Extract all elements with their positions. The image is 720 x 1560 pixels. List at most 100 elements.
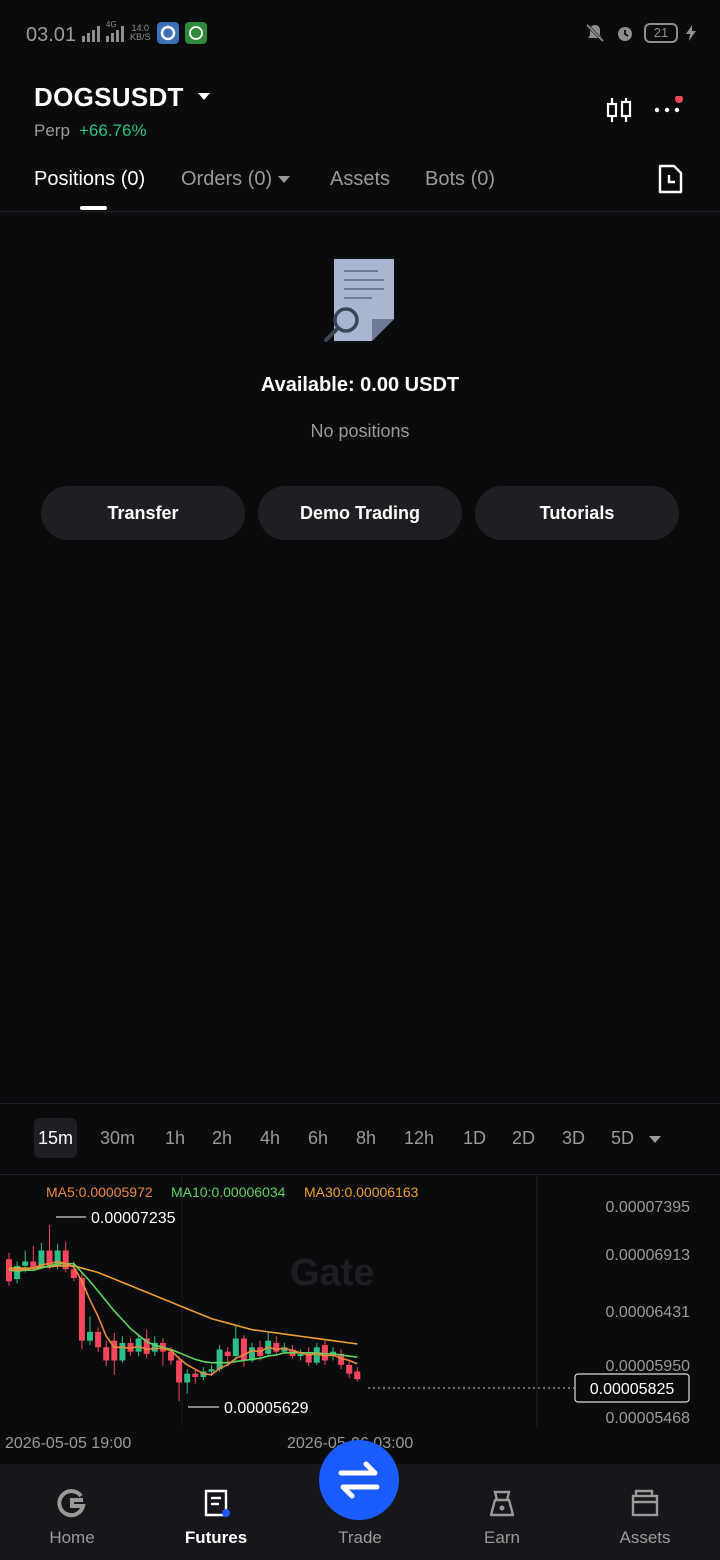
y-tick-4: 0.00005950 — [605, 1358, 690, 1375]
network-type-label: 4G — [106, 20, 117, 29]
ma5-label: MA5:0.00005972 — [46, 1184, 153, 1200]
x-tick-1: 2026-05-05 19:00 — [5, 1435, 131, 1452]
gate-app-icon — [156, 22, 179, 44]
assets-icon — [631, 1489, 659, 1517]
nav-futures[interactable]: Futures — [144, 1464, 288, 1560]
interval-selector: 15m 30m 1h 2h 4h 6h 8h 12h 1D 2D 3D 5D — [0, 1118, 720, 1162]
interval-8h[interactable]: 8h — [356, 1118, 376, 1158]
tab-orders-label: Orders (0) — [181, 168, 273, 190]
candle — [30, 1261, 37, 1267]
candle — [232, 1338, 239, 1357]
candle — [135, 1338, 142, 1352]
empty-document-icon — [324, 259, 394, 342]
chevron-down-icon[interactable] — [649, 1136, 661, 1143]
interval-1h[interactable]: 1h — [165, 1118, 185, 1158]
interval-1d[interactable]: 1D — [463, 1118, 486, 1158]
tutorials-button[interactable]: Tutorials — [475, 486, 679, 540]
ma30-label: MA30:0.00006163 — [304, 1184, 419, 1200]
candle — [321, 1345, 328, 1361]
candle — [87, 1331, 93, 1341]
candlestick-icon[interactable] — [604, 96, 634, 124]
history-icon[interactable] — [656, 164, 684, 194]
net-speed-unit: KB/S — [130, 32, 151, 42]
interval-2d[interactable]: 2D — [512, 1118, 535, 1158]
signal-icon — [82, 24, 100, 42]
status-right-icons: 21 — [584, 22, 696, 44]
whatsapp-icon — [184, 22, 207, 44]
net-speed: 14.0 KB/S — [130, 24, 151, 42]
swap-icon — [338, 1461, 380, 1499]
kline-chart[interactable]: Gate MA5:0.00005972 MA10:0.00006034 MA30… — [0, 1175, 720, 1465]
y-tick-3: 0.00006431 — [605, 1304, 690, 1321]
y-tick-2: 0.00006913 — [605, 1247, 690, 1264]
chevron-down-icon[interactable] — [198, 93, 210, 100]
home-icon — [57, 1489, 86, 1518]
status-bar: 03.01 4G 14.0 KB/S 21 — [0, 0, 720, 70]
candle — [354, 1371, 361, 1380]
high-price-label: 0.00007235 — [91, 1210, 176, 1227]
tab-assets[interactable]: Assets — [330, 168, 390, 191]
candle — [224, 1351, 231, 1357]
candle — [119, 1342, 126, 1361]
candle — [22, 1261, 29, 1266]
interval-30m[interactable]: 30m — [100, 1118, 135, 1158]
transfer-button[interactable]: Transfer — [41, 486, 245, 540]
kline-panel: 15m 30m 1h 2h 4h 6h 8h 12h 1D 2D 3D 5D G… — [0, 1103, 720, 1463]
alarm-icon — [618, 27, 632, 41]
candle — [192, 1373, 199, 1377]
tab-active-indicator — [80, 206, 107, 210]
futures-icon — [204, 1489, 230, 1517]
price-change: +66.76% — [79, 121, 147, 140]
tab-positions[interactable]: Positions (0) — [34, 168, 145, 191]
positions-tabs: Positions (0) Orders (0) Assets Bots (0) — [0, 160, 720, 212]
chevron-down-icon — [278, 176, 291, 184]
candle — [184, 1373, 191, 1383]
interval-5d[interactable]: 5D — [611, 1118, 634, 1158]
candle — [240, 1338, 247, 1361]
battery-icon: 21 — [644, 23, 678, 43]
nav-home[interactable]: Home — [0, 1464, 144, 1560]
notifications-off-icon — [585, 23, 605, 43]
y-tick-1: 0.00007395 — [605, 1199, 690, 1216]
tab-bots[interactable]: Bots (0) — [425, 168, 495, 191]
nav-home-label: Home — [49, 1528, 95, 1547]
candle — [297, 1353, 304, 1357]
available-balance: Available: 0.00 USDT — [260, 374, 460, 396]
candle — [216, 1349, 223, 1370]
demo-trading-button[interactable]: Demo Trading — [258, 486, 462, 540]
signal-4g-group: 4G — [106, 20, 124, 42]
candle — [346, 1364, 353, 1374]
nav-assets-label: Assets — [619, 1528, 671, 1547]
interval-2h[interactable]: 2h — [212, 1118, 232, 1158]
nav-assets[interactable]: Assets — [573, 1464, 717, 1560]
gate-watermark: Gate — [290, 1252, 374, 1294]
status-left-icons: 4G 14.0 KB/S — [82, 20, 207, 44]
contract-type-label: Perp — [34, 121, 70, 140]
status-time: 03.01 — [26, 24, 77, 46]
low-price-label: 0.00005629 — [224, 1400, 309, 1417]
ma10-label: MA10:0.00006034 — [171, 1184, 286, 1200]
candle — [208, 1369, 215, 1372]
candle — [176, 1360, 183, 1383]
more-icon[interactable] — [652, 96, 688, 120]
trade-button[interactable] — [319, 1440, 399, 1520]
charging-icon — [686, 25, 696, 41]
nav-trade-label: Trade — [338, 1528, 382, 1547]
candle — [103, 1347, 110, 1361]
interval-6h[interactable]: 6h — [308, 1118, 328, 1158]
interval-12h[interactable]: 12h — [404, 1118, 434, 1158]
nav-earn-label: Earn — [484, 1528, 520, 1547]
tab-orders[interactable]: Orders (0) — [181, 168, 291, 191]
candle — [273, 1342, 280, 1352]
symbol-selector[interactable]: DOGSUSDT — [34, 82, 184, 113]
current-price-label: 0.00005825 — [590, 1381, 675, 1398]
empty-message: No positions — [310, 421, 410, 441]
earn-icon — [489, 1490, 515, 1517]
nav-earn[interactable]: Earn — [430, 1464, 574, 1560]
nav-futures-label: Futures — [184, 1528, 248, 1547]
interval-15m[interactable]: 15m — [34, 1118, 78, 1158]
interval-3d[interactable]: 3D — [562, 1118, 585, 1158]
candle — [95, 1331, 102, 1348]
y-tick-5: 0.00005468 — [605, 1410, 690, 1427]
interval-4h[interactable]: 4h — [260, 1118, 280, 1158]
